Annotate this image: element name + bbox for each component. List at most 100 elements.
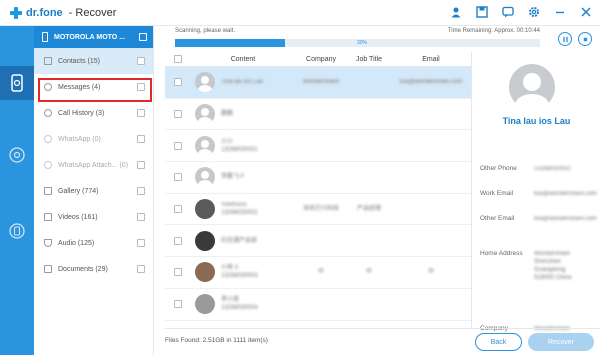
category-label: Call History (3) [58, 109, 105, 117]
category-call-history[interactable]: Call History (3) [34, 100, 153, 126]
settings-icon[interactable] [526, 4, 542, 20]
contact-name: 鹏鹏 [221, 111, 234, 118]
category-checkbox[interactable] [137, 83, 145, 91]
detail-field-value: 13268030001 [534, 166, 571, 172]
scan-status-bar: Scanning, please wait. Time Remaining: A… [165, 26, 540, 50]
table-row[interactable]: 鹏鹏 [165, 99, 471, 131]
category-label: Videos (161) [58, 213, 98, 221]
header-content[interactable]: Content [191, 56, 295, 63]
contact-detail-name: Tina lau ios Lau [502, 116, 571, 126]
contact-avatar [195, 104, 215, 125]
category-checkbox[interactable] [137, 187, 145, 195]
contact-name: 妇交通产品部 [221, 237, 258, 244]
scan-progress-bar: 30% [175, 39, 540, 47]
category-label: Documents (29) [58, 265, 108, 273]
category-checkbox[interactable] [137, 239, 145, 247]
select-all-checkbox[interactable] [174, 55, 182, 63]
category-checkbox[interactable] [137, 135, 145, 143]
contacts-icon [44, 57, 52, 65]
table-row[interactable]: 小小 13268030001 [165, 130, 471, 163]
category-checkbox[interactable] [137, 265, 145, 273]
table-row[interactable]: Tina lau ios Lau Wondershare lisa@wonder… [165, 67, 471, 99]
category-label: Messages (4) [58, 83, 101, 91]
app-logo: dr.fone [10, 6, 63, 19]
category-checkbox[interactable] [137, 57, 145, 65]
category-contacts[interactable]: Contacts (15) [34, 48, 153, 74]
videos-icon [44, 213, 52, 221]
header-email[interactable]: Email [391, 56, 471, 63]
category-gallery[interactable]: Gallery (774) [34, 178, 153, 204]
category-checkbox[interactable] [137, 109, 145, 117]
detail-field-value: Wondershare Shenzhen Guangdong 518000 Ch… [534, 251, 572, 281]
row-checkbox[interactable] [174, 300, 182, 309]
header-job-title[interactable]: Job Title [347, 56, 391, 63]
progress-fill [175, 39, 285, 47]
contact-name: 李鹏飞 F [221, 174, 245, 181]
user-icon[interactable] [448, 4, 464, 20]
time-remaining-text: Time Remaining: Approx. 00:10:44 [447, 28, 540, 34]
pause-button[interactable] [558, 32, 572, 46]
table-row[interactable]: Yohfhslos 13268030002 深圳万兴科技 产品经理 [165, 194, 471, 226]
category-whatsapp-attachments[interactable]: WhatsApp Attach... (0) [34, 152, 153, 178]
contact-name: 小林 3 [221, 265, 239, 272]
contact-photo [195, 294, 215, 315]
contact-name: 小小 [221, 138, 234, 145]
detail-field-value: lisa@wondershare.com [534, 216, 597, 222]
contact-job: 中 [365, 269, 372, 276]
messages-icon [44, 83, 52, 91]
table-row[interactable]: 小林 3 13268030003 中 中 中 [165, 257, 471, 289]
row-checkbox[interactable] [174, 173, 182, 182]
stop-button[interactable] [578, 32, 592, 46]
row-checkbox[interactable] [174, 236, 182, 245]
recover-button[interactable]: Recover [528, 333, 594, 351]
save-icon[interactable] [474, 4, 490, 20]
contact-company: Wondershare [303, 79, 339, 86]
table-header: Content Company Job Title Email [165, 52, 471, 67]
device-header[interactable]: MOTOROLA MOTO ... [34, 26, 153, 48]
contact-avatar [195, 72, 215, 93]
row-checkbox[interactable] [174, 78, 182, 87]
contact-email: 中 [427, 269, 434, 276]
category-videos[interactable]: Videos (161) [34, 204, 153, 230]
detail-field-label: Work Email [480, 190, 514, 197]
row-checkbox[interactable] [174, 110, 182, 119]
contact-name: 李小莲 [221, 297, 240, 304]
close-icon[interactable] [578, 4, 594, 20]
back-button[interactable]: Back [475, 333, 522, 351]
category-sidebar: MOTOROLA MOTO ... Contacts (15) Messages… [34, 26, 154, 355]
category-whatsapp[interactable]: WhatsApp (0) [34, 126, 153, 152]
app-title: - Recover [68, 6, 117, 19]
category-audio[interactable]: Audio (125) [34, 230, 153, 256]
category-messages[interactable]: Messages (4) [34, 74, 153, 100]
category-checkbox[interactable] [137, 161, 145, 169]
contact-photo [195, 262, 215, 283]
progress-percent: 30% [357, 40, 368, 46]
icloud-recover-mode-icon[interactable] [8, 222, 26, 240]
contact-photo [195, 230, 215, 251]
header-company[interactable]: Company [295, 56, 347, 63]
table-row[interactable]: 李小莲 13268030004 [165, 289, 471, 321]
device-recover-mode-icon[interactable] [0, 66, 34, 100]
gallery-icon [44, 187, 52, 195]
category-documents[interactable]: Documents (29) [34, 256, 153, 282]
whatsapp-attachment-icon [44, 161, 52, 169]
contact-name: Tina lau ios Lau [221, 79, 264, 86]
table-row[interactable]: 李鹏飞 F [165, 162, 471, 194]
contact-avatar-large [509, 64, 555, 110]
call-history-icon [44, 109, 52, 117]
itunes-recover-mode-icon[interactable] [8, 146, 26, 164]
table-row[interactable]: 妇交通产品部 [165, 225, 471, 258]
row-checkbox[interactable] [174, 205, 182, 214]
category-checkbox[interactable] [137, 213, 145, 221]
logo-plus-icon [10, 6, 22, 19]
row-checkbox[interactable] [174, 268, 182, 277]
contact-name: Yohfhslos [221, 202, 247, 209]
row-checkbox[interactable] [174, 141, 182, 150]
device-checkbox[interactable] [139, 33, 147, 41]
minimize-icon[interactable] [552, 4, 568, 20]
select-all-cell [165, 55, 191, 63]
feedback-icon[interactable] [500, 4, 516, 20]
main-panel: Scanning, please wait. Time Remaining: A… [165, 26, 600, 355]
contact-email: lisa@wondershare.com [399, 79, 463, 86]
category-label: Audio (125) [58, 239, 95, 247]
